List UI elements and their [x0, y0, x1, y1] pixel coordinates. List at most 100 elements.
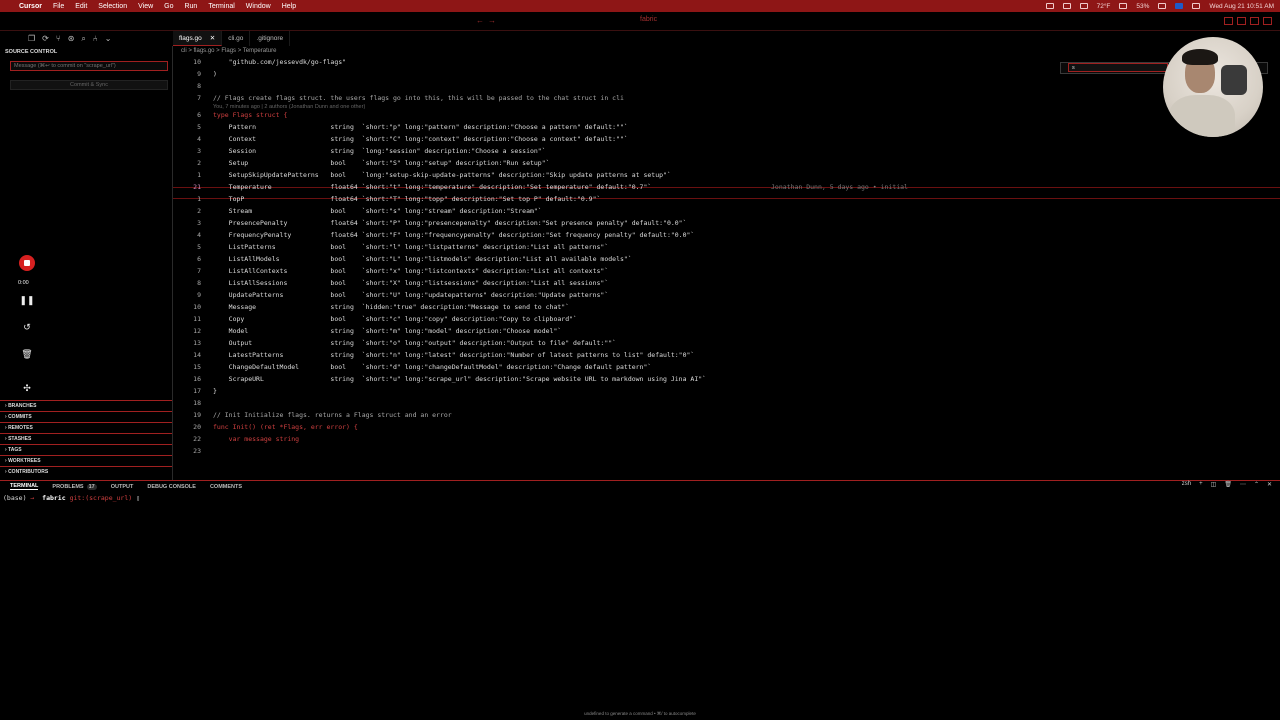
code-line[interactable]: 14 LatestPatterns string `short:"n" long… [173, 349, 1273, 361]
code-line[interactable]: 2 Setup bool `short:"S" long:"setup" des… [173, 157, 1273, 169]
status-icon[interactable] [1062, 3, 1071, 9]
section-remotes[interactable]: › REMOTES [0, 422, 172, 433]
restart-icon[interactable]: ↺ [18, 318, 36, 336]
section-contributors[interactable]: › CONTRIBUTORS [0, 466, 172, 477]
tools-icon[interactable]: ✣ [18, 379, 36, 397]
code-line[interactable]: 9 UpdatePatterns bool `short:"U" long:"u… [173, 289, 1273, 301]
maximize-panel-icon[interactable]: ⌃ [1254, 481, 1259, 488]
trash-icon[interactable]: 🗑 [1224, 481, 1232, 488]
toggle-panel-icon[interactable] [1237, 17, 1246, 25]
weather-temperature[interactable]: 72°F [1097, 3, 1111, 10]
code-line[interactable]: 1 SetupSkipUpdatePatterns bool `long:"se… [173, 169, 1273, 181]
toggle-sidebar-icon[interactable] [1224, 17, 1233, 25]
menu-terminal[interactable]: Terminal [208, 3, 234, 10]
control-center-icon[interactable] [1192, 3, 1201, 9]
menu-app-name[interactable]: Cursor [19, 3, 42, 10]
code-line[interactable]: 15 ChangeDefaultModel bool `short:"d" lo… [173, 361, 1273, 373]
code-line[interactable]: 20 func Init() (ret *Flags, err error) { [173, 421, 1273, 433]
menu-run[interactable]: Run [184, 3, 197, 10]
section-worktrees[interactable]: › WORKTREES [0, 455, 172, 466]
code-line[interactable]: 18 [173, 397, 1273, 409]
git-icon[interactable]: ⊛ [68, 34, 75, 43]
tab-flags-go[interactable]: flags.go ✕ [173, 31, 223, 46]
commit-sync-button[interactable]: Commit & Sync [10, 80, 168, 90]
code-line[interactable]: 12 Model string `short:"m" long:"model" … [173, 325, 1273, 337]
section-stashes[interactable]: › STASHES [0, 433, 172, 444]
menu-view[interactable]: View [138, 3, 153, 10]
code-editor[interactable]: You, 7 minutes ago | 2 authors (Jonathan… [173, 57, 1280, 480]
code-line[interactable]: 8 [173, 80, 1273, 92]
code-line[interactable]: 17} [173, 385, 1273, 397]
search-icon[interactable]: ⌕ [81, 34, 85, 44]
terminal-output[interactable]: (base) → fabric git:(scrape_url) ▯ [3, 494, 140, 502]
battery-percentage[interactable]: 53% [1136, 3, 1149, 10]
code-line[interactable]: 4 Context string `short:"C" long:"contex… [173, 133, 1273, 145]
code-line[interactable]: 11 Copy bool `short:"c" long:"copy" desc… [173, 313, 1273, 325]
customize-layout-icon[interactable] [1263, 17, 1272, 25]
menu-go[interactable]: Go [164, 3, 173, 10]
tab-output[interactable]: OUTPUT [111, 484, 134, 490]
code-line[interactable]: 5 ListPatterns bool `short:"l" long:"lis… [173, 241, 1273, 253]
tab-comments[interactable]: COMMENTS [210, 484, 242, 490]
code-line[interactable]: 6 type Flags struct { [173, 109, 1273, 121]
menu-edit[interactable]: Edit [75, 3, 87, 10]
refresh-icon[interactable]: ⟳ [42, 34, 49, 43]
status-icon[interactable] [1045, 3, 1054, 9]
code-line[interactable]: 22 var message string [173, 433, 1273, 445]
source-control-icon[interactable]: ⑃ [93, 34, 98, 43]
menu-help[interactable]: Help [282, 3, 296, 10]
tab-debug-console[interactable]: DEBUG CONSOLE [147, 484, 196, 490]
code-line[interactable]: 21 Temperature float64 `short:"t" long:"… [173, 181, 1273, 193]
code-line[interactable]: 1 TopP float64 `short:"T" long:"topp" de… [173, 193, 1273, 205]
add-terminal-icon[interactable]: + [1199, 481, 1203, 488]
code-line[interactable]: 6 ListAllModels bool `short:"L" long:"li… [173, 253, 1273, 265]
code-line[interactable]: 4 FrequencyPenalty float64 `short:"F" lo… [173, 229, 1273, 241]
trash-icon[interactable]: 🗑 [18, 345, 36, 363]
close-icon[interactable]: ✕ [210, 34, 215, 42]
code-line[interactable]: 10 Message string `hidden:"true" descrip… [173, 301, 1273, 313]
tab-terminal[interactable]: TERMINAL [10, 483, 39, 490]
code-line[interactable]: 7 ListAllContexts bool `short:"x" long:"… [173, 265, 1273, 277]
tab-problems[interactable]: PROBLEMS 17 [52, 483, 97, 490]
find-input[interactable] [1068, 63, 1168, 72]
tab-cli-go[interactable]: cli.go [222, 31, 251, 46]
code-line[interactable]: 5 Pattern string `short:"p" long:"patter… [173, 121, 1273, 133]
status-icon[interactable] [1079, 3, 1088, 9]
commit-message-input[interactable] [10, 61, 168, 71]
menu-selection[interactable]: Selection [98, 3, 127, 10]
nav-back-forward-icon[interactable]: ←→ [476, 16, 500, 25]
status-icon[interactable] [1175, 3, 1184, 9]
code-line[interactable]: 3 Session string `long:"session" descrip… [173, 145, 1273, 157]
explorer-icon[interactable]: ❐ [28, 34, 35, 43]
wifi-icon[interactable] [1158, 3, 1167, 9]
terminal-shell-label[interactable]: zsh [1182, 481, 1191, 488]
code-line[interactable]: 2 Stream bool `short:"s" long:"stream" d… [173, 205, 1273, 217]
editor-tabs: flags.go ✕ cli.go .gitignore [173, 31, 1280, 46]
section-branches[interactable]: › BRANCHES [0, 400, 172, 411]
branch-icon[interactable]: ⑂ [56, 34, 61, 43]
chevron-down-icon[interactable]: ⌄ [105, 34, 112, 43]
section-commits[interactable]: › COMMITS [0, 411, 172, 422]
code-line[interactable]: 16 ScrapeURL string `short:"u" long:"scr… [173, 373, 1273, 385]
git-blame-annotation[interactable]: Jonathan Dunn, 5 days ago • initial [771, 181, 908, 193]
section-tags[interactable]: › TAGS [0, 444, 172, 455]
menu-file[interactable]: File [53, 3, 64, 10]
code-line[interactable]: 8 ListAllSessions bool `short:"X" long:"… [173, 277, 1273, 289]
code-line[interactable]: 3 PresencePenalty float64 `short:"P" lon… [173, 217, 1273, 229]
breadcrumb[interactable]: cli > flags.go > Flags > Temperature [181, 48, 276, 54]
menu-window[interactable]: Window [246, 3, 271, 10]
close-panel-icon[interactable]: ✕ [1267, 481, 1272, 488]
code-line[interactable]: 23 [173, 445, 1273, 457]
code-line[interactable]: 7 // Flags create flags struct. the users… [173, 92, 1273, 104]
code-line[interactable]: 13 Output string `short:"o" long:"output… [173, 337, 1273, 349]
more-icon[interactable]: ⋯ [1240, 481, 1246, 488]
line-number: 23 [193, 447, 201, 455]
record-stop-button[interactable] [18, 254, 36, 272]
tab-gitignore[interactable]: .gitignore [250, 31, 291, 46]
toggle-secondary-sidebar-icon[interactable] [1250, 17, 1259, 25]
split-terminal-icon[interactable]: ◫ [1211, 481, 1217, 488]
status-icon[interactable] [1119, 3, 1128, 9]
pause-icon[interactable]: ❚❚ [18, 291, 36, 309]
menubar-clock[interactable]: Wed Aug 21 10:51 AM [1209, 3, 1274, 10]
code-line[interactable]: 19 // Init Initialize flags. returns a Fl… [173, 409, 1273, 421]
